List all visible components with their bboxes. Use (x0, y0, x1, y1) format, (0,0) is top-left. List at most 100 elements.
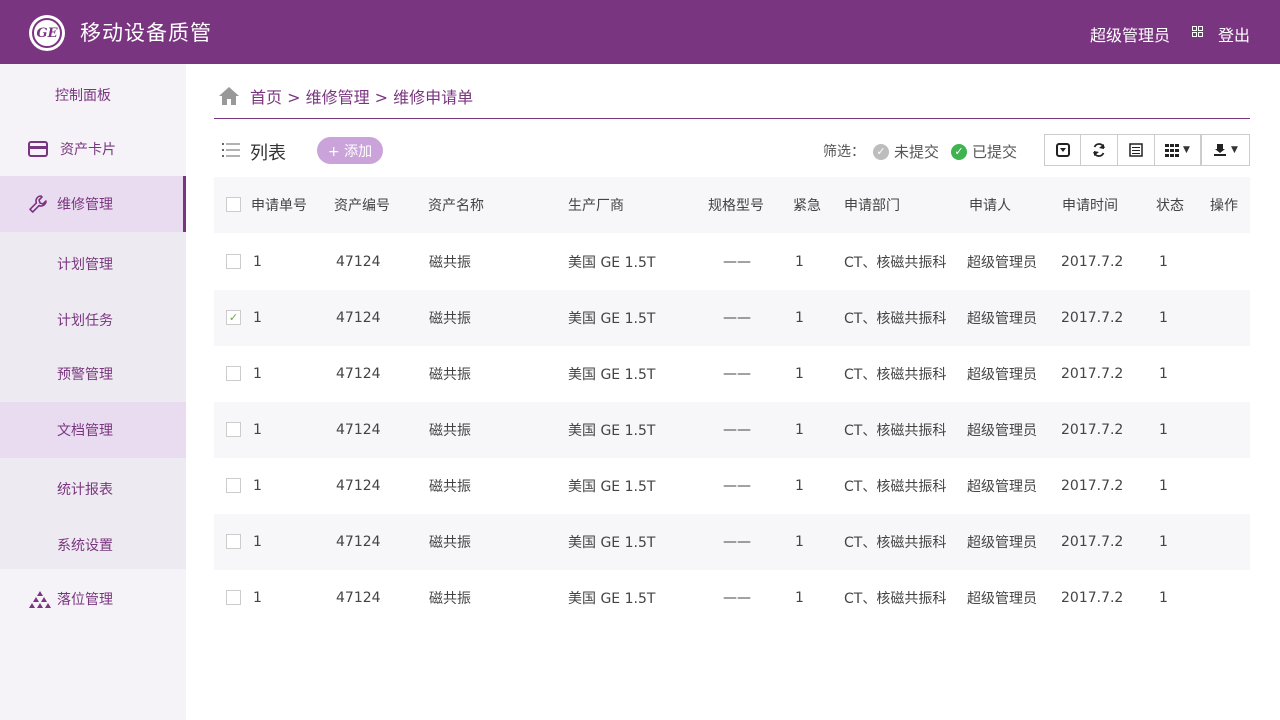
table-cell: —— (723, 422, 751, 438)
select-all-checkbox[interactable] (226, 197, 241, 212)
table-cell: 47124 (336, 534, 381, 550)
sidebar-item-repair[interactable]: 维修管理 (0, 176, 186, 232)
column-header[interactable]: 资产名称 (428, 177, 484, 233)
table-cell: 磁共振 (429, 255, 471, 271)
column-header[interactable]: 规格型号 (708, 177, 764, 233)
card-icon (28, 141, 48, 157)
table-cell: 47124 (336, 590, 381, 606)
top-header: GE 移动设备质管 超级管理员 登出 (0, 0, 1280, 64)
sidebar-item-asset-card[interactable]: 资产卡片 (0, 121, 186, 177)
table-cell: 1 (795, 534, 804, 550)
sidebar-item-label: 资产卡片 (60, 142, 116, 158)
table-cell: 磁共振 (429, 367, 471, 383)
table-cell: 47124 (336, 366, 381, 382)
sidebar-item-label: 统计报表 (57, 482, 113, 498)
columns-dropdown-button[interactable]: ▼ (1154, 134, 1201, 166)
add-button[interactable]: + 添加 (317, 137, 383, 164)
table-cell: —— (723, 590, 751, 606)
table-cell: 美国 GE 1.5T (568, 311, 656, 327)
row-checkbox[interactable] (226, 478, 241, 493)
list-title: 列表 (250, 143, 286, 164)
table-cell: 1 (1159, 254, 1168, 270)
table-cell: 美国 GE 1.5T (568, 479, 656, 495)
column-header[interactable]: 申请时间 (1062, 177, 1118, 233)
column-header[interactable]: 申请部门 (844, 177, 900, 233)
table-row[interactable]: ✓ 1 47124 磁共振 美国 GE 1.5T —— 1 CT、核磁共振科 超级管理员 2017… (214, 290, 1250, 346)
breadcrumb-divider (214, 118, 1250, 119)
sidebar-item-placement[interactable]: 落位管理 (0, 571, 186, 627)
table-row[interactable]: 1 47124 磁共振 美国 GE 1.5T —— 1 CT、核磁共振科 超级管理员 2017.… (214, 458, 1250, 514)
export-dropdown-button[interactable]: ▼ (1201, 134, 1250, 166)
table-cell: 1 (795, 310, 804, 326)
table-row[interactable]: 1 47124 磁共振 美国 GE 1.5T —— 1 CT、核磁共振科 超级管理员 2017.… (214, 570, 1250, 626)
column-header[interactable]: 状态 (1156, 177, 1184, 233)
refresh-button[interactable] (1080, 134, 1118, 166)
table-cell: 超级管理员 (967, 479, 1037, 495)
column-header[interactable]: 资产编号 (334, 177, 390, 233)
table-cell: 美国 GE 1.5T (568, 535, 656, 551)
table-row[interactable]: 1 47124 磁共振 美国 GE 1.5T —— 1 CT、核磁共振科 超级管理员 2017.… (214, 402, 1250, 458)
row-checkbox[interactable]: ✓ (226, 310, 241, 325)
filter-label: 筛选： (823, 144, 865, 160)
table-cell: 2017.7.2 (1061, 478, 1124, 494)
table-cell: CT、核磁共振科 (844, 535, 947, 551)
column-header[interactable]: 申请单号 (251, 177, 307, 233)
list-view-button[interactable] (1117, 134, 1155, 166)
grid-icon (1165, 144, 1180, 157)
table-cell: CT、核磁共振科 (844, 311, 947, 327)
sidebar-item-alert[interactable]: 预警管理 (0, 346, 186, 402)
table-cell: 47124 (336, 478, 381, 494)
table-cell: 2017.7.2 (1061, 534, 1124, 550)
table-cell: 超级管理员 (967, 535, 1037, 551)
table-cell: —— (723, 534, 751, 550)
sidebar-item-documents[interactable]: 文档管理 (0, 402, 186, 458)
row-checkbox[interactable] (226, 422, 241, 437)
column-header[interactable]: 操作 (1210, 177, 1238, 233)
table-cell: —— (723, 254, 751, 270)
table-cell: 2017.7.2 (1061, 590, 1124, 606)
current-user[interactable]: 超级管理员 (1090, 22, 1170, 46)
sidebar-item-label: 文档管理 (57, 423, 113, 439)
column-header[interactable]: 生产厂商 (568, 177, 624, 233)
table-cell: 1 (1159, 478, 1168, 494)
toggle-view-button[interactable] (1044, 134, 1081, 166)
row-checkbox[interactable] (226, 590, 241, 605)
apps-grid-icon[interactable] (1192, 26, 1203, 37)
breadcrumb-text[interactable]: 首页 > 维修管理 > 维修申请单 (250, 84, 473, 108)
sidebar-item-settings[interactable]: 系统设置 (0, 517, 186, 573)
row-checkbox[interactable] (226, 534, 241, 549)
table-cell: 超级管理员 (967, 423, 1037, 439)
table-row[interactable]: 1 47124 磁共振 美国 GE 1.5T —— 1 CT、核磁共振科 超级管理员 2017.… (214, 346, 1250, 402)
table-cell: 1 (253, 590, 262, 606)
column-header[interactable]: 紧急 (793, 177, 821, 233)
toggle-icon (1055, 143, 1070, 157)
table-cell: 2017.7.2 (1061, 366, 1124, 382)
table-cell: 1 (1159, 590, 1168, 606)
table-cell: 2017.7.2 (1061, 422, 1124, 438)
filter-submitted[interactable]: ✓ 已提交 (951, 141, 1017, 162)
table-row[interactable]: 1 47124 磁共振 美国 GE 1.5T —— 1 CT、核磁共振科 超级管理员 2017.… (214, 234, 1250, 290)
filter-unsubmitted[interactable]: ✓ 未提交 (873, 141, 939, 162)
table-cell: CT、核磁共振科 (844, 423, 947, 439)
table-cell: 1 (253, 478, 262, 494)
table-cell: 1 (253, 534, 262, 550)
sidebar-item-dashboard[interactable]: 控制面板 (0, 67, 186, 123)
table-cell: 美国 GE 1.5T (568, 367, 656, 383)
check-circle-icon: ✓ (873, 143, 889, 160)
table-cell: 1 (253, 422, 262, 438)
home-icon[interactable] (218, 86, 240, 106)
sidebar-item-plan-management[interactable]: 计划管理 (0, 236, 186, 292)
refresh-icon (1093, 143, 1105, 157)
table-cell: 磁共振 (429, 591, 471, 607)
table-row[interactable]: 1 47124 磁共振 美国 GE 1.5T —— 1 CT、核磁共振科 超级管理员 2017.… (214, 514, 1250, 570)
sidebar-item-plan-task[interactable]: 计划任务 (0, 292, 186, 348)
column-header[interactable]: 申请人 (969, 177, 1011, 233)
sidebar-item-reports[interactable]: 统计报表 (0, 461, 186, 517)
document-list-icon (1129, 143, 1143, 157)
row-checkbox[interactable] (226, 254, 241, 269)
table-cell: 1 (795, 590, 804, 606)
filter-option-label: 未提交 (894, 143, 940, 161)
logout-button[interactable]: 登出 (1218, 22, 1250, 46)
ge-logo[interactable]: GE (29, 15, 65, 51)
row-checkbox[interactable] (226, 366, 241, 381)
